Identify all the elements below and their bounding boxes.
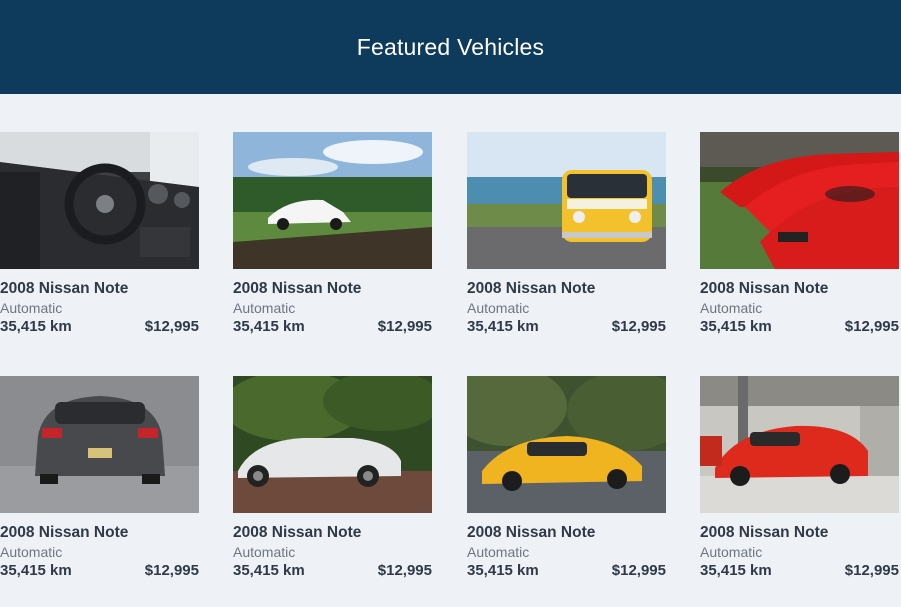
vehicle-price: $12,995: [144, 562, 199, 579]
page-title: Featured Vehicles: [356, 33, 545, 60]
vehicle-title[interactable]: 2008 Nissan Note: [467, 523, 666, 543]
vehicle-km: 35,415 km: [467, 318, 539, 335]
vehicle-transmission: Automatic: [0, 300, 63, 316]
vehicle-price: $12,995: [377, 318, 432, 335]
vehicle-price: $12,995: [144, 318, 199, 335]
vehicle-card[interactable]: 2008 Nissan Note Automatic 35,415 km $12…: [467, 376, 666, 581]
vehicle-title[interactable]: 2008 Nissan Note: [0, 279, 199, 299]
car-interior-photo[interactable]: [0, 132, 199, 269]
vehicle-title[interactable]: 2008 Nissan Note: [233, 279, 432, 299]
red-ferraris-photo[interactable]: [700, 132, 899, 269]
vehicle-transmission: Automatic: [233, 544, 296, 560]
vehicle-km: 35,415 km: [233, 318, 305, 335]
white-tesla-photo[interactable]: [233, 132, 432, 269]
vehicle-km: 35,415 km: [700, 562, 772, 579]
vehicle-transmission: Automatic: [700, 300, 763, 316]
page-header: Featured Vehicles: [0, 0, 901, 94]
yellow-supercar-photo[interactable]: [467, 376, 666, 513]
vehicle-km: 35,415 km: [0, 562, 72, 579]
white-convertible-photo[interactable]: [233, 376, 432, 513]
vehicle-card[interactable]: 2008 Nissan Note Automatic 35,415 km $12…: [700, 132, 899, 337]
vehicle-card[interactable]: 2008 Nissan Note Automatic 35,415 km $12…: [0, 376, 199, 581]
vehicle-km: 35,415 km: [233, 562, 305, 579]
vehicle-title[interactable]: 2008 Nissan Note: [0, 523, 199, 543]
vehicle-card[interactable]: 2008 Nissan Note Automatic 35,415 km $12…: [0, 132, 199, 337]
vehicle-title[interactable]: 2008 Nissan Note: [467, 279, 666, 299]
vehicle-card[interactable]: 2008 Nissan Note Automatic 35,415 km $12…: [233, 132, 432, 337]
vehicle-card[interactable]: 2008 Nissan Note Automatic 35,415 km $12…: [233, 376, 432, 581]
vehicle-price: $12,995: [844, 318, 899, 335]
vehicle-card[interactable]: 2008 Nissan Note Automatic 35,415 km $12…: [700, 376, 899, 581]
vehicle-title[interactable]: 2008 Nissan Note: [700, 279, 899, 299]
vehicle-price: $12,995: [611, 562, 666, 579]
vehicle-transmission: Automatic: [700, 544, 763, 560]
vehicle-price: $12,995: [611, 318, 666, 335]
vehicle-transmission: Automatic: [467, 300, 530, 316]
vehicle-price: $12,995: [844, 562, 899, 579]
vehicle-title[interactable]: 2008 Nissan Note: [700, 523, 899, 543]
vehicle-km: 35,415 km: [0, 318, 72, 335]
vehicle-price: $12,995: [377, 562, 432, 579]
grey-mustang-rear-photo[interactable]: [0, 376, 199, 513]
vehicle-km: 35,415 km: [467, 562, 539, 579]
red-ferrari-garage-photo[interactable]: [700, 376, 899, 513]
vehicle-transmission: Automatic: [467, 544, 530, 560]
vehicle-grid: 2008 Nissan Note Automatic 35,415 km $12…: [0, 132, 901, 607]
vehicle-card[interactable]: 2008 Nissan Note Automatic 35,415 km $12…: [467, 132, 666, 337]
vehicle-transmission: Automatic: [0, 544, 63, 560]
vehicle-title[interactable]: 2008 Nissan Note: [233, 523, 432, 543]
vehicle-km: 35,415 km: [700, 318, 772, 335]
yellow-vw-bus-photo[interactable]: [467, 132, 666, 269]
vehicle-transmission: Automatic: [233, 300, 296, 316]
